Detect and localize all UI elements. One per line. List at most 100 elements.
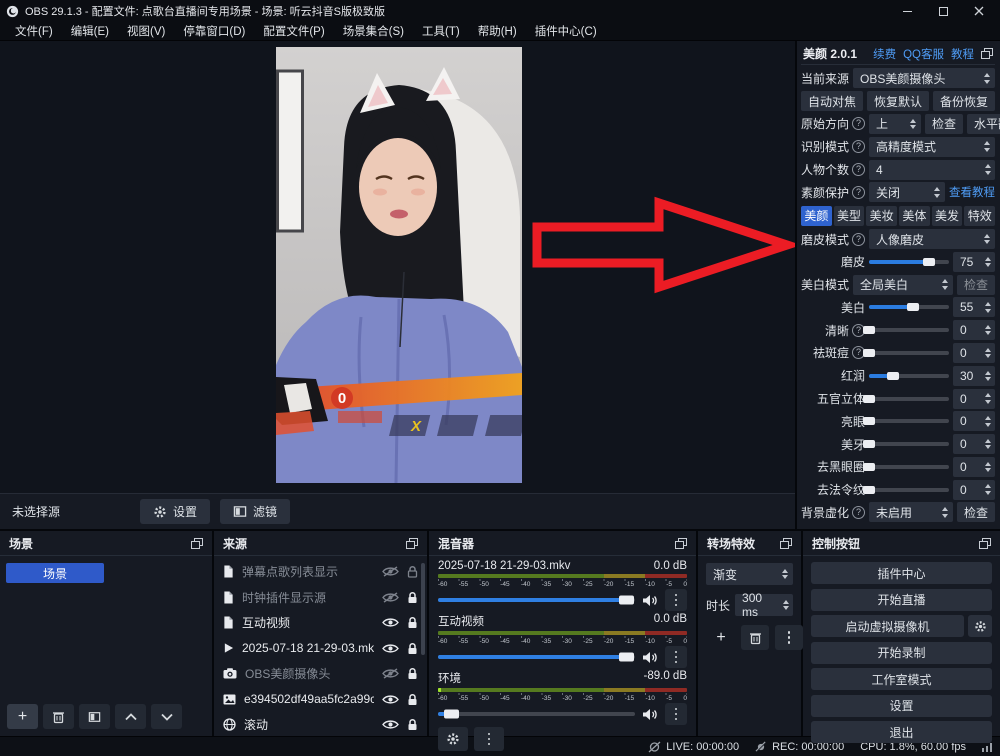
close-button[interactable] [964,2,994,20]
scene-move-down-button[interactable] [151,704,182,729]
bright-eyes-slider[interactable] [869,419,949,423]
view-tutorial-link[interactable]: 查看教程 [949,184,995,200]
float-dock-icon[interactable] [979,538,991,549]
eye-icon[interactable] [382,617,399,628]
transition-menu-button[interactable] [775,625,803,650]
menu-docks[interactable]: 停靠窗口(D) [174,23,254,39]
backup-restore-button[interactable]: 备份恢复 [933,91,995,111]
tab-body[interactable]: 美体 [899,206,930,226]
features-spinbox[interactable]: 0 [953,389,995,409]
remove-transition-button[interactable] [741,625,769,650]
volume-handle[interactable] [619,653,634,662]
slider-handle[interactable] [863,349,875,357]
whiten-slider[interactable] [869,305,949,309]
transition-type-select[interactable]: 渐变 [706,563,793,585]
white-mode-check-button[interactable]: 检查 [957,275,995,295]
clarity-spinbox[interactable]: 0 [953,320,995,340]
autofocus-button[interactable]: 自动对焦 [801,91,863,111]
start-virtual-camera-button[interactable]: 启动虚拟摄像机 [811,615,964,637]
mixer-menu-button[interactable] [474,727,504,751]
whiten-spinbox[interactable]: 55 [953,297,995,317]
channel-menu-button[interactable] [665,703,687,725]
slider-handle[interactable] [907,303,919,311]
lock-icon[interactable] [407,616,418,629]
maximize-button[interactable] [928,2,958,20]
menu-scene-collection[interactable]: 场景集合(S) [334,23,413,39]
reset-default-button[interactable]: 恢复默认 [867,91,929,111]
menu-edit[interactable]: 编辑(E) [62,23,118,39]
eye-slash-icon[interactable] [382,668,399,679]
horizontal-flip-button[interactable]: 水平翻转 [967,114,1000,134]
help-icon[interactable]: ? [852,163,865,176]
speaker-icon[interactable] [642,594,658,607]
float-dock-icon[interactable] [406,538,418,549]
help-icon[interactable]: ? [852,506,865,519]
source-row-clock-plugin[interactable]: 时钟插件显示源 [214,585,427,611]
bg-blur-check-button[interactable]: 检查 [957,502,995,522]
tab-beauty[interactable]: 美颜 [801,206,832,226]
teeth-slider[interactable] [869,442,949,446]
tab-reshape[interactable]: 美型 [834,206,865,226]
source-row-scroll[interactable]: 滚动 [214,712,427,738]
virtual-camera-config-button[interactable] [968,615,992,637]
volume-slider[interactable] [438,655,635,659]
sources-scrollbar[interactable] [421,563,425,655]
remove-scene-button[interactable] [43,704,74,729]
float-dock-icon[interactable] [780,538,792,549]
blemish-slider[interactable] [869,351,949,355]
channel-menu-button[interactable] [665,646,687,668]
orientation-select[interactable]: 上 [869,114,921,134]
spinner-arrows-icon[interactable] [985,348,991,359]
teeth-spinbox[interactable]: 0 [953,434,995,454]
dark-circles-slider[interactable] [869,465,949,469]
preview-canvas[interactable]: 0 X [0,41,795,493]
float-dock-icon[interactable] [191,538,203,549]
float-dock-icon[interactable] [981,48,993,59]
detect-mode-select[interactable]: 高精度模式 [869,137,995,157]
spinner-arrows-icon[interactable] [985,325,991,336]
menu-tools[interactable]: 工具(T) [413,23,469,39]
menu-file[interactable]: 文件(F) [6,23,62,39]
bright-eyes-spinbox[interactable]: 0 [953,411,995,431]
add-transition-button[interactable]: + [707,625,735,650]
tutorial-link[interactable]: 教程 [951,46,974,62]
help-icon[interactable]: ? [852,117,865,130]
source-row-interactive-video[interactable]: 互动视频 [214,610,427,636]
scene-filters-button[interactable] [79,704,110,729]
nasolabial-slider[interactable] [869,488,949,492]
exit-button[interactable]: 退出 [811,721,992,743]
slider-handle[interactable] [923,258,935,266]
spinner-arrows-icon[interactable] [985,393,991,404]
scene-list-item[interactable]: 场景 [6,563,104,583]
source-row-image[interactable]: e394502df49aa5fc2a99cd2e7c [214,687,427,713]
spinner-arrows-icon[interactable] [985,302,991,313]
renew-link[interactable]: 续费 [873,46,896,62]
clarity-slider[interactable] [869,328,949,332]
slider-handle[interactable] [863,395,875,403]
volume-handle[interactable] [444,710,459,719]
advanced-audio-button[interactable] [438,727,468,751]
spinner-arrows-icon[interactable] [985,484,991,495]
menu-help[interactable]: 帮助(H) [469,23,526,39]
studio-mode-button[interactable]: 工作室模式 [811,668,992,690]
unlock-icon[interactable] [407,565,418,578]
spinner-arrows-icon[interactable] [985,371,991,382]
channel-menu-button[interactable] [665,589,687,611]
eye-icon[interactable] [382,643,399,654]
slider-handle[interactable] [863,463,875,471]
blemish-spinbox[interactable]: 0 [953,343,995,363]
qq-support-link[interactable]: QQ客服 [903,46,944,62]
lock-icon[interactable] [407,667,418,680]
slider-handle[interactable] [863,326,875,334]
start-streaming-button[interactable]: 开始直播 [811,589,992,611]
slider-handle[interactable] [863,440,875,448]
menu-profile[interactable]: 配置文件(P) [254,23,333,39]
tab-makeup[interactable]: 美妆 [866,206,897,226]
scene-move-up-button[interactable] [115,704,146,729]
help-icon[interactable]: ? [852,186,865,199]
makeup-protect-select[interactable]: 关闭 [869,182,945,202]
source-row-beauty-camera[interactable]: OBS美颜摄像头 [214,661,427,687]
smooth-slider[interactable] [869,260,949,264]
spinner-arrows-icon[interactable] [783,600,789,611]
tab-effects[interactable]: 特效 [964,206,995,226]
